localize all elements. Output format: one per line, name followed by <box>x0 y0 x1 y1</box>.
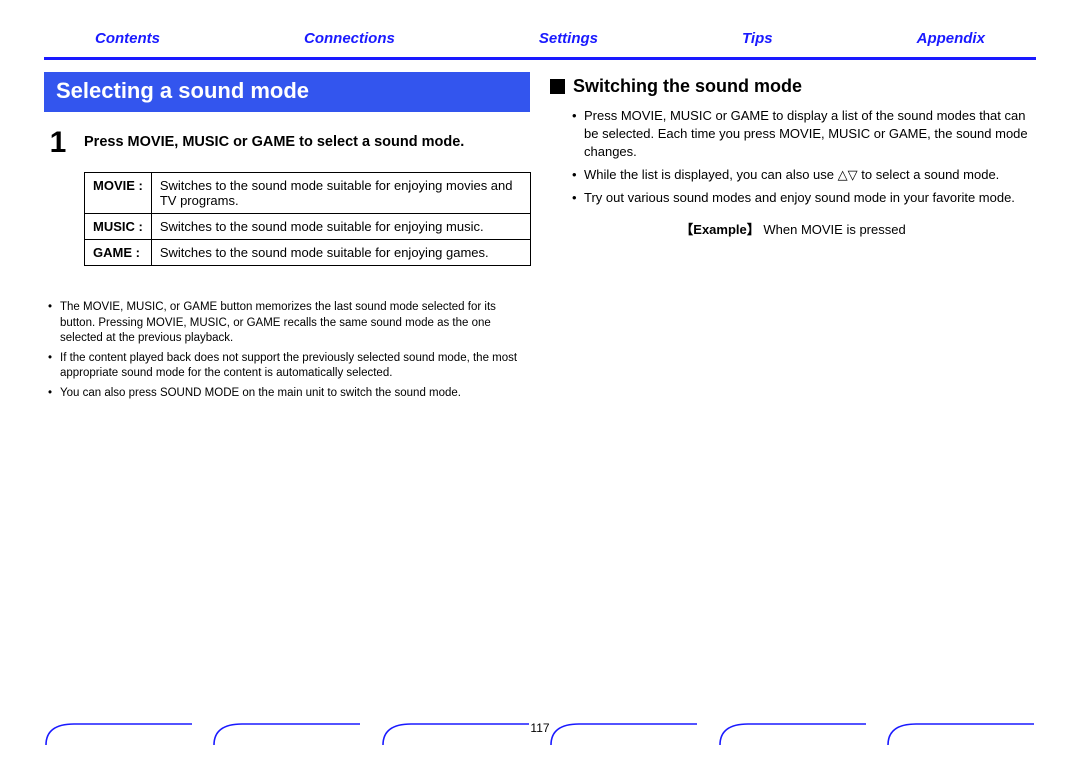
nav-contents[interactable]: Contents <box>95 30 160 47</box>
example-label: 【Example】 <box>680 222 759 237</box>
subheading-text: Switching the sound mode <box>573 76 802 97</box>
bullet2-prefix: While the list is displayed, you can als… <box>584 167 838 182</box>
arc-icon <box>212 719 362 747</box>
section-title: Selecting a sound mode <box>44 72 530 112</box>
game-desc: Switches to the sound mode suitable for … <box>151 240 530 266</box>
top-nav: Contents Connections Settings Tips Appen… <box>0 0 1080 57</box>
left-column: Selecting a sound mode 1 Press MOVIE, MU… <box>44 72 530 405</box>
movie-desc: Switches to the sound mode suitable for … <box>151 173 530 214</box>
list-item: Try out various sound modes and enjoy so… <box>572 189 1036 207</box>
game-label: GAME : <box>85 240 152 266</box>
step-1: 1 Press MOVIE, MUSIC or GAME to select a… <box>44 128 530 158</box>
arc-icon <box>886 719 1036 747</box>
subheading: Switching the sound mode <box>550 76 1036 97</box>
right-column: Switching the sound mode Press MOVIE, MU… <box>550 72 1036 405</box>
table-row: MUSIC : Switches to the sound mode suita… <box>85 214 531 240</box>
example-line: 【Example】 When MOVIE is pressed <box>550 219 1036 238</box>
notes-list: The MOVIE, MUSIC, or GAME button memoriz… <box>44 300 530 401</box>
music-label: MUSIC : <box>85 214 152 240</box>
bullet2-suffix: to select a sound mode. <box>858 167 1000 182</box>
up-down-triangle-icon: △▽ <box>838 168 858 183</box>
table-row: GAME : Switches to the sound mode suitab… <box>85 240 531 266</box>
note-item: If the content played back does not supp… <box>48 351 530 382</box>
arc-icon <box>381 719 531 747</box>
main-content: Selecting a sound mode 1 Press MOVIE, MU… <box>0 60 1080 405</box>
note-item: The MOVIE, MUSIC, or GAME button memoriz… <box>48 300 530 347</box>
bullet-list: Press MOVIE, MUSIC or GAME to display a … <box>550 107 1036 207</box>
list-item: Press MOVIE, MUSIC or GAME to display a … <box>572 107 1036 162</box>
nav-connections[interactable]: Connections <box>304 30 395 47</box>
list-item: While the list is displayed, you can als… <box>572 166 1036 185</box>
mode-table: MOVIE : Switches to the sound mode suita… <box>84 172 531 266</box>
note-item: You can also press SOUND MODE on the mai… <box>48 386 530 402</box>
example-text: When MOVIE is pressed <box>760 222 906 237</box>
nav-settings[interactable]: Settings <box>539 30 598 47</box>
arc-icon <box>718 719 868 747</box>
step-instruction: Press MOVIE, MUSIC or GAME to select a s… <box>84 128 464 150</box>
nav-tips[interactable]: Tips <box>742 30 773 47</box>
nav-appendix[interactable]: Appendix <box>917 30 985 47</box>
movie-label: MOVIE : <box>85 173 152 214</box>
footer-decoration <box>44 719 1036 747</box>
square-bullet-icon <box>550 79 565 94</box>
arc-icon <box>44 719 194 747</box>
table-row: MOVIE : Switches to the sound mode suita… <box>85 173 531 214</box>
step-number: 1 <box>44 128 72 158</box>
arc-icon <box>549 719 699 747</box>
music-desc: Switches to the sound mode suitable for … <box>151 214 530 240</box>
